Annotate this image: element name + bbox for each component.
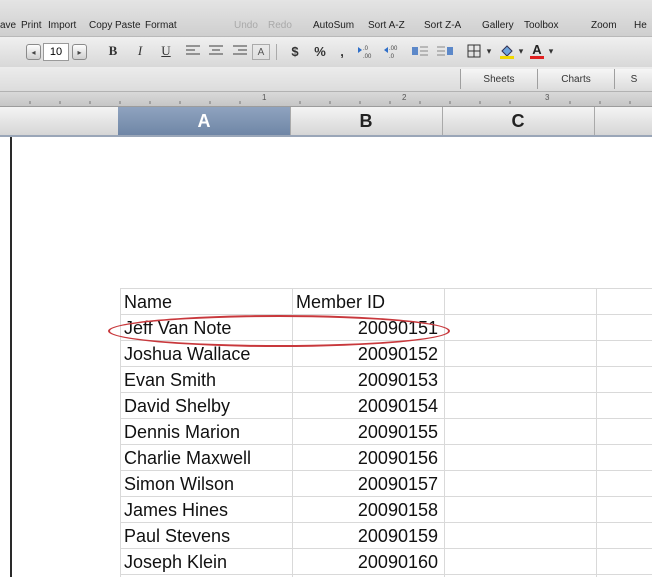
toolbar-redo-label[interactable]: Redo xyxy=(268,20,292,31)
toolbar-import-label[interactable]: Import xyxy=(48,20,76,31)
format-bar: ◂ 10 ▸ B I U A $ % , .0.00 .00.0 ▾ ▾ A ▾ xyxy=(0,36,652,68)
font-size-field[interactable]: 10 xyxy=(43,43,69,61)
fill-color-dropdown-icon[interactable]: ▾ xyxy=(516,42,526,60)
font-color-icon[interactable]: A xyxy=(529,42,545,60)
svg-text:.00: .00 xyxy=(389,46,398,52)
column-header-d[interactable] xyxy=(594,107,652,135)
member-id-cell[interactable]: 20090160 xyxy=(296,549,438,575)
name-cell[interactable]: Paul Stevens xyxy=(124,523,289,549)
svg-text:.00: .00 xyxy=(363,54,372,59)
name-cell[interactable]: Charlie Maxwell xyxy=(124,445,289,471)
toolbar-help-label[interactable]: He xyxy=(634,20,647,31)
member-id-cell[interactable]: 20090159 xyxy=(296,523,438,549)
member-id-cell[interactable]: 20090153 xyxy=(296,367,438,393)
align-center-icon[interactable] xyxy=(208,42,224,60)
ruler: 1 2 3 xyxy=(0,92,652,107)
toolbar-gallery-label[interactable]: Gallery xyxy=(482,20,514,31)
name-cell[interactable]: Dennis Marion xyxy=(124,419,289,445)
corner-cell[interactable] xyxy=(0,107,119,135)
font-color-dropdown-icon[interactable]: ▾ xyxy=(546,42,556,60)
bold-button[interactable]: B xyxy=(105,42,121,60)
toolbar-sort-za-label[interactable]: Sort Z-A xyxy=(424,20,461,31)
ruler-ticks xyxy=(29,101,631,104)
tab-sheets[interactable]: Sheets xyxy=(460,69,537,89)
column-header-a[interactable]: A xyxy=(118,107,291,135)
ruler-mark-1: 1 xyxy=(262,93,267,102)
toolbar-copy-label[interactable]: Copy xyxy=(89,20,112,31)
member-id-cell[interactable]: 20090155 xyxy=(296,419,438,445)
highlight-ellipse xyxy=(108,315,450,347)
ribbon: Sheets Charts S xyxy=(0,67,652,92)
worksheet[interactable]: Name Member ID Jeff Van Note 20090151 Jo… xyxy=(10,137,652,577)
decrease-indent-icon[interactable] xyxy=(411,42,429,60)
borders-icon[interactable] xyxy=(466,42,482,60)
member-id-cell[interactable]: 20090158 xyxy=(296,497,438,523)
align-right-icon[interactable] xyxy=(232,42,248,60)
tab-smartart[interactable]: S xyxy=(614,69,652,89)
column-headers: A B C xyxy=(0,107,652,137)
percent-button[interactable]: % xyxy=(312,42,328,60)
comma-button[interactable]: , xyxy=(337,42,347,60)
font-size-decrease-button[interactable]: ◂ xyxy=(26,44,41,60)
toolbar-format-label[interactable]: Format xyxy=(145,20,177,31)
tab-charts[interactable]: Charts xyxy=(537,69,614,89)
svg-text:.0: .0 xyxy=(363,46,369,52)
toolbar-sort-az-label[interactable]: Sort A-Z xyxy=(368,20,405,31)
fill-color-icon[interactable] xyxy=(498,42,516,60)
currency-button[interactable]: $ xyxy=(288,42,302,60)
toolbar-zoom-label[interactable]: Zoom xyxy=(591,20,617,31)
toolbar-save-label[interactable]: ave xyxy=(0,20,16,31)
header-cell-name[interactable]: Name xyxy=(124,289,289,315)
ruler-mark-3: 3 xyxy=(545,93,550,102)
toolbar-paste-label[interactable]: Paste xyxy=(115,20,141,31)
name-cell[interactable]: Simon Wilson xyxy=(124,471,289,497)
svg-text:.0: .0 xyxy=(389,54,395,59)
toolbar-print-label[interactable]: Print xyxy=(21,20,42,31)
separator xyxy=(276,44,277,60)
name-cell[interactable]: David Shelby xyxy=(124,393,289,419)
increase-indent-icon[interactable] xyxy=(436,42,454,60)
toolbar-autosum-label[interactable]: AutoSum xyxy=(313,20,354,31)
header-cell-member-id[interactable]: Member ID xyxy=(296,289,441,315)
member-id-cell[interactable]: 20090157 xyxy=(296,471,438,497)
toolbar-toolbox-label[interactable]: Toolbox xyxy=(524,20,558,31)
italic-button[interactable]: I xyxy=(133,42,147,60)
decrease-decimal-icon[interactable]: .00.0 xyxy=(383,42,403,60)
name-cell[interactable]: James Hines xyxy=(124,497,289,523)
column-header-b[interactable]: B xyxy=(290,107,443,135)
increase-decimal-icon[interactable]: .0.00 xyxy=(357,42,377,60)
borders-dropdown-icon[interactable]: ▾ xyxy=(484,42,494,60)
underline-button[interactable]: U xyxy=(158,42,174,60)
toolbar-undo-label[interactable]: Undo xyxy=(234,20,258,31)
member-id-cell[interactable]: 20090156 xyxy=(296,445,438,471)
gridline xyxy=(596,288,597,577)
column-header-c[interactable]: C xyxy=(442,107,595,135)
ruler-mark-2: 2 xyxy=(402,93,407,102)
wrap-text-icon[interactable]: A xyxy=(252,44,270,60)
name-cell[interactable]: Evan Smith xyxy=(124,367,289,393)
member-id-cell[interactable]: 20090154 xyxy=(296,393,438,419)
font-size-increase-button[interactable]: ▸ xyxy=(72,44,87,60)
name-cell[interactable]: Joseph Klein xyxy=(124,549,289,575)
toolbar: ave Print Import Copy Paste Format Undo … xyxy=(0,0,652,36)
align-left-icon[interactable] xyxy=(185,42,201,60)
